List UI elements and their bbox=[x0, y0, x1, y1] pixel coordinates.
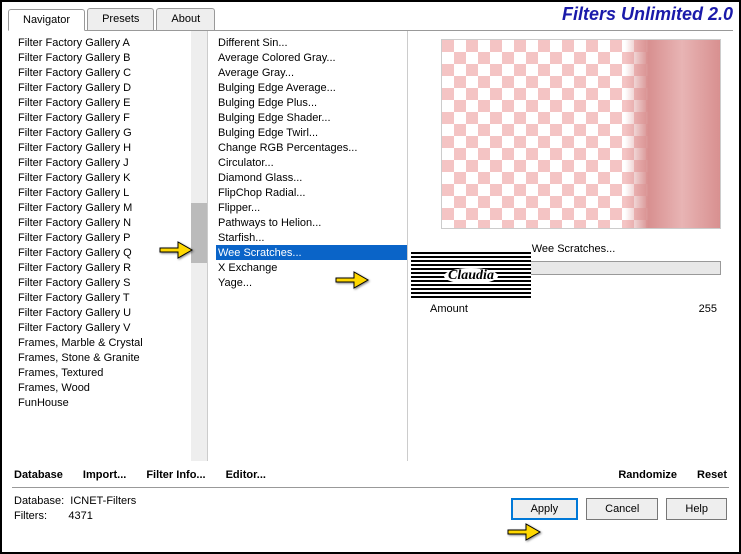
category-item[interactable]: Filter Factory Gallery N bbox=[16, 215, 207, 230]
reset-button[interactable]: Reset bbox=[697, 469, 727, 481]
help-button[interactable]: Help bbox=[666, 498, 727, 520]
category-item[interactable]: Filter Factory Gallery D bbox=[16, 80, 207, 95]
filter-item[interactable]: X Exchange bbox=[216, 260, 407, 275]
filter-item[interactable]: Diamond Glass... bbox=[216, 170, 407, 185]
category-item[interactable]: Filter Factory Gallery V bbox=[16, 320, 207, 335]
param-label: Amount bbox=[430, 303, 468, 315]
filter-item[interactable]: Wee Scratches... bbox=[216, 245, 407, 260]
category-item[interactable]: Filter Factory Gallery R bbox=[16, 260, 207, 275]
preview-pane bbox=[441, 39, 721, 229]
category-item[interactable]: Filter Factory Gallery M bbox=[16, 200, 207, 215]
filter-item[interactable]: Different Sin... bbox=[216, 35, 407, 50]
filter-item[interactable]: Flipper... bbox=[216, 200, 407, 215]
filter-item[interactable]: Average Gray... bbox=[216, 65, 407, 80]
tab-navigator[interactable]: Navigator bbox=[8, 9, 85, 31]
category-item[interactable]: Frames, Marble & Crystal bbox=[16, 335, 207, 350]
filter-item[interactable]: Yage... bbox=[216, 275, 407, 290]
category-item[interactable]: Filter Factory Gallery G bbox=[16, 125, 207, 140]
filter-item[interactable]: Starfish... bbox=[216, 230, 407, 245]
category-item[interactable]: Filter Factory Gallery S bbox=[16, 275, 207, 290]
category-item[interactable]: Filter Factory Gallery J bbox=[16, 155, 207, 170]
apply-button[interactable]: Apply bbox=[511, 498, 579, 520]
filter-list[interactable]: Different Sin...Average Colored Gray...A… bbox=[208, 31, 407, 461]
filter-item[interactable]: Bulging Edge Shader... bbox=[216, 110, 407, 125]
status-meta: Database: ICNET-Filters Filters: 4371 bbox=[14, 494, 136, 525]
category-item[interactable]: Filter Factory Gallery T bbox=[16, 290, 207, 305]
category-item[interactable]: Filter Factory Gallery K bbox=[16, 170, 207, 185]
filter-item[interactable]: Change RGB Percentages... bbox=[216, 140, 407, 155]
category-item[interactable]: Filter Factory Gallery F bbox=[16, 110, 207, 125]
editor-button[interactable]: Editor... bbox=[226, 469, 266, 481]
category-item[interactable]: Filter Factory Gallery H bbox=[16, 140, 207, 155]
filter-item[interactable]: Bulging Edge Twirl... bbox=[216, 125, 407, 140]
category-item[interactable]: Filter Factory Gallery U bbox=[16, 305, 207, 320]
category-item[interactable]: Frames, Textured bbox=[16, 365, 207, 380]
app-title: Filters Unlimited 2.0 bbox=[562, 4, 733, 25]
category-item[interactable]: Frames, Stone & Granite bbox=[16, 350, 207, 365]
category-item[interactable]: FunHouse bbox=[16, 395, 207, 410]
filter-item[interactable]: Circulator... bbox=[216, 155, 407, 170]
filter-item[interactable]: Pathways to Helion... bbox=[216, 215, 407, 230]
import-button[interactable]: Import... bbox=[83, 469, 126, 481]
filter-item[interactable]: FlipChop Radial... bbox=[216, 185, 407, 200]
param-value: 255 bbox=[699, 303, 717, 315]
filter-info-button[interactable]: Filter Info... bbox=[146, 469, 205, 481]
category-list[interactable]: Filter Factory Gallery AFilter Factory G… bbox=[8, 31, 207, 461]
category-item[interactable]: Filter Factory Gallery B bbox=[16, 50, 207, 65]
category-item[interactable]: Filter Factory Gallery Q bbox=[16, 245, 207, 260]
filter-item[interactable]: Bulging Edge Average... bbox=[216, 80, 407, 95]
tab-presets[interactable]: Presets bbox=[87, 8, 154, 30]
cancel-button[interactable]: Cancel bbox=[586, 498, 658, 520]
category-scrollbar[interactable] bbox=[191, 31, 207, 461]
category-item[interactable]: Filter Factory Gallery C bbox=[16, 65, 207, 80]
category-item[interactable]: Filter Factory Gallery P bbox=[16, 230, 207, 245]
tab-about[interactable]: About bbox=[156, 8, 215, 30]
category-item[interactable]: Frames, Wood bbox=[16, 380, 207, 395]
randomize-button[interactable]: Randomize bbox=[618, 469, 677, 481]
category-item[interactable]: Filter Factory Gallery A bbox=[16, 35, 207, 50]
filter-item[interactable]: Average Colored Gray... bbox=[216, 50, 407, 65]
category-item[interactable]: Filter Factory Gallery E bbox=[16, 95, 207, 110]
filter-item[interactable]: Bulging Edge Plus... bbox=[216, 95, 407, 110]
database-button[interactable]: Database bbox=[14, 469, 63, 481]
category-item[interactable]: Filter Factory Gallery L bbox=[16, 185, 207, 200]
watermark-logo: Claudia bbox=[411, 252, 531, 300]
